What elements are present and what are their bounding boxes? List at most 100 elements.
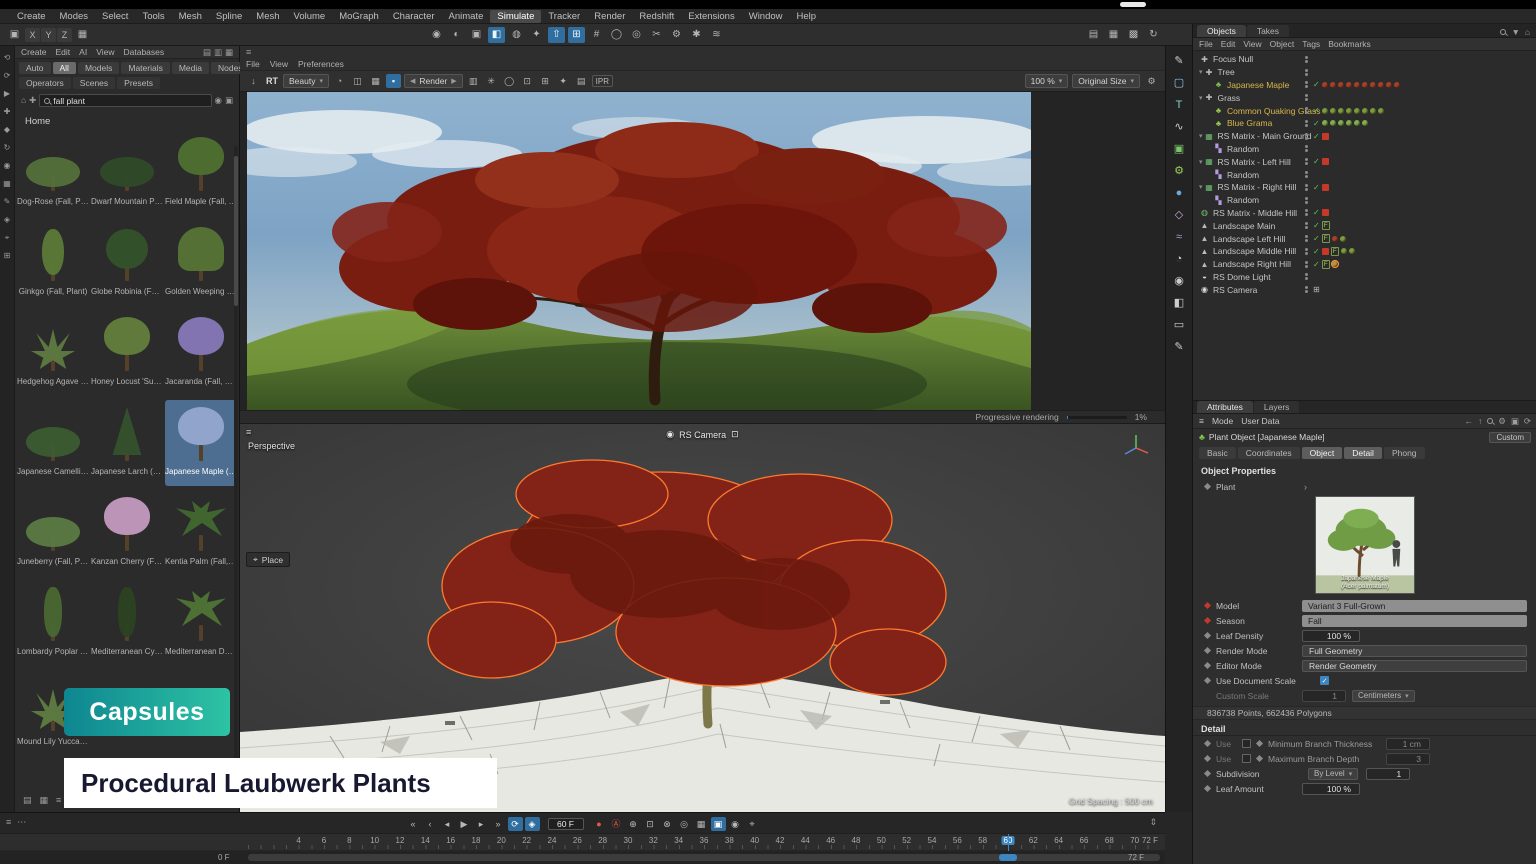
menu-modes[interactable]: Modes xyxy=(53,10,96,23)
object-item-rs-matrix-left-hill[interactable]: ▾▦RS Matrix - Left Hill✓ xyxy=(1193,155,1536,168)
panel-menu-icon[interactable]: ≡ xyxy=(246,47,251,57)
object-item-grass[interactable]: ▾✚Grass xyxy=(1193,91,1536,104)
enabled-check-icon[interactable]: ✓ xyxy=(1313,132,1320,141)
object-item-landscape-left-hill[interactable]: ▲Landscape Left Hill✓F xyxy=(1193,232,1536,245)
type-tool-icon[interactable]: T xyxy=(1176,100,1183,111)
menu-create[interactable]: Create xyxy=(10,10,53,23)
mode-select[interactable]: Mode xyxy=(1212,416,1233,426)
use-document-scale-checkbox[interactable]: ✓ xyxy=(1320,676,1329,685)
key-rotation-icon[interactable]: ⊗ xyxy=(660,817,675,831)
region-icon[interactable]: ◯ xyxy=(502,74,517,88)
object-item-rs-camera[interactable]: ◉RS Camera⊞ xyxy=(1193,283,1536,296)
texture-tag-icon[interactable] xyxy=(1394,82,1400,88)
frame-tick-4[interactable]: 4 xyxy=(294,836,302,845)
enabled-check-icon[interactable]: ✓ xyxy=(1313,221,1320,230)
enabled-check-icon[interactable]: ✓ xyxy=(1313,208,1320,217)
asset-scrollbar[interactable] xyxy=(234,146,238,786)
frame-tick-42[interactable]: 42 xyxy=(774,836,787,845)
frame-tick-56[interactable]: 56 xyxy=(951,836,964,845)
interactive-render-icon[interactable]: ◧ xyxy=(488,27,505,43)
frame-tick-66[interactable]: 66 xyxy=(1078,836,1091,845)
frame-tick-48[interactable]: 48 xyxy=(850,836,863,845)
material-manager-icon[interactable]: ◍ xyxy=(508,27,525,43)
attr-tab-phong[interactable]: Phong xyxy=(1384,447,1425,459)
max-depth-use-checkbox[interactable] xyxy=(1242,754,1251,763)
autokey-icon[interactable]: Ⓐ xyxy=(609,817,624,831)
frame-tick-54[interactable]: 54 xyxy=(926,836,939,845)
menu-mesh[interactable]: Mesh xyxy=(172,10,209,23)
expander-icon[interactable]: ▾ xyxy=(1199,68,1203,76)
sound-icon[interactable]: ◈ xyxy=(525,817,540,831)
object-item-rs-matrix-middle-hill[interactable]: ◍RS Matrix - Middle Hill✓ xyxy=(1193,207,1536,220)
menu-tracker[interactable]: Tracker xyxy=(541,10,587,23)
asset-item-kentia-palm-fall-plant[interactable]: Kentia Palm (Fall, Plant) xyxy=(165,490,238,576)
editor-mode-select[interactable]: Render Geometry xyxy=(1302,660,1527,672)
cube-display-icon[interactable]: ◧ xyxy=(1174,298,1184,309)
object-item-landscape-right-hill[interactable]: ▲Landscape Right Hill✓F xyxy=(1193,258,1536,271)
om-home-icon[interactable]: ⌂ xyxy=(1525,27,1530,37)
key-position-icon[interactable]: ⊕ xyxy=(626,817,641,831)
attr-search-icon[interactable] xyxy=(1487,418,1493,424)
asset-menu-edit[interactable]: Edit xyxy=(56,47,71,57)
menu-extensions[interactable]: Extensions xyxy=(681,10,741,23)
menu-simulate[interactable]: Simulate xyxy=(490,10,541,23)
menu-spline[interactable]: Spline xyxy=(209,10,249,23)
texture-tag-icon[interactable] xyxy=(1362,82,1368,88)
timeline-scrollbar[interactable] xyxy=(248,854,1160,861)
texture-tag-icon[interactable] xyxy=(1354,108,1360,114)
object-item-landscape-main[interactable]: ▲Landscape Main✓F xyxy=(1193,219,1536,232)
leaf-amount-input[interactable]: 100 % xyxy=(1302,783,1360,795)
max-depth-input[interactable]: 3 xyxy=(1386,753,1430,765)
home-icon[interactable]: ⌂ xyxy=(21,96,26,105)
layers-icon[interactable]: ▤ xyxy=(574,74,589,88)
asset-item-hedgehog-agave-fall[interactable]: Hedgehog Agave (Fall... xyxy=(17,310,90,396)
texture-tag-icon[interactable] xyxy=(1330,108,1336,114)
size-select[interactable]: Original Size▾ xyxy=(1072,74,1140,88)
enabled-check-icon[interactable]: ✓ xyxy=(1313,247,1320,256)
field-tag-icon[interactable]: F xyxy=(1322,234,1330,243)
viewport-menu-icon[interactable]: ≡ xyxy=(246,427,251,437)
render-pass-select[interactable]: Beauty▾ xyxy=(283,74,329,88)
timeline-position-marker[interactable] xyxy=(999,854,1017,861)
frame-tick-32[interactable]: 32 xyxy=(647,836,660,845)
solo-icon[interactable]: ◉ xyxy=(728,817,743,831)
asset-item-kanzan-cherry-fall-pl[interactable]: Kanzan Cherry (Fall, Pl... xyxy=(91,490,164,576)
workplane-toggle-icon[interactable]: ▦ xyxy=(74,27,91,43)
asset-item-mediterranean-dwarf[interactable]: Mediterranean Dwarf ... xyxy=(165,580,238,666)
frame-tick-28[interactable]: 28 xyxy=(596,836,609,845)
render-mode-select[interactable]: Full Geometry xyxy=(1302,645,1527,657)
object-item-landscape-middle-hill[interactable]: ▲Landscape Middle Hill✓F xyxy=(1193,245,1536,258)
axis-x-button[interactable]: X xyxy=(25,28,40,42)
texture-tag-icon[interactable] xyxy=(1378,108,1384,114)
redshift-tag-icon[interactable] xyxy=(1322,209,1329,216)
move-tool-icon[interactable]: ✚ xyxy=(4,108,11,116)
field-tag-icon[interactable]: F xyxy=(1322,221,1330,230)
playhead[interactable] xyxy=(1008,834,1009,851)
sync-icon[interactable]: ◉ xyxy=(215,96,222,105)
layout-grid-icon[interactable]: ▦ xyxy=(1105,27,1122,43)
scale-tool-icon[interactable]: ◆ xyxy=(4,126,10,134)
asset-item-mediterranean-cypres[interactable]: Mediterranean Cypres... xyxy=(91,580,164,666)
stack-icon[interactable]: ≋ xyxy=(708,27,725,43)
frame-tick-30[interactable]: 30 xyxy=(622,836,635,845)
clock-icon[interactable]: ◔ xyxy=(1176,254,1183,265)
display-icon[interactable]: ▭ xyxy=(1174,320,1184,331)
menu-redshift[interactable]: Redshift xyxy=(632,10,681,23)
attr-tab-coordinates[interactable]: Coordinates xyxy=(1238,447,1300,459)
deformer-icon[interactable]: ◇ xyxy=(1175,210,1183,221)
filter-tab-models[interactable]: Models xyxy=(78,62,119,74)
keyframe-selection-icon[interactable]: ▣ xyxy=(711,817,726,831)
next-frame-icon[interactable]: ▸ xyxy=(474,817,489,831)
enabled-check-icon[interactable]: ✓ xyxy=(1313,157,1320,166)
leaf-density-input[interactable]: 100 % xyxy=(1302,630,1360,642)
enabled-check-icon[interactable]: ✓ xyxy=(1313,106,1320,115)
menu-help[interactable]: Help xyxy=(790,10,824,23)
render-settings-icon[interactable]: ▣ xyxy=(468,27,485,43)
zoom-select[interactable]: 100 %▾ xyxy=(1025,74,1069,88)
quantize-icon[interactable]: # xyxy=(588,27,605,43)
attr-tab-basic[interactable]: Basic xyxy=(1199,447,1236,459)
rt-label[interactable]: RT xyxy=(266,76,278,86)
object-item-japanese-maple[interactable]: ♣Japanese Maple✓ xyxy=(1193,79,1536,92)
visibility-dots[interactable] xyxy=(1305,145,1308,152)
frame-tick-36[interactable]: 36 xyxy=(698,836,711,845)
